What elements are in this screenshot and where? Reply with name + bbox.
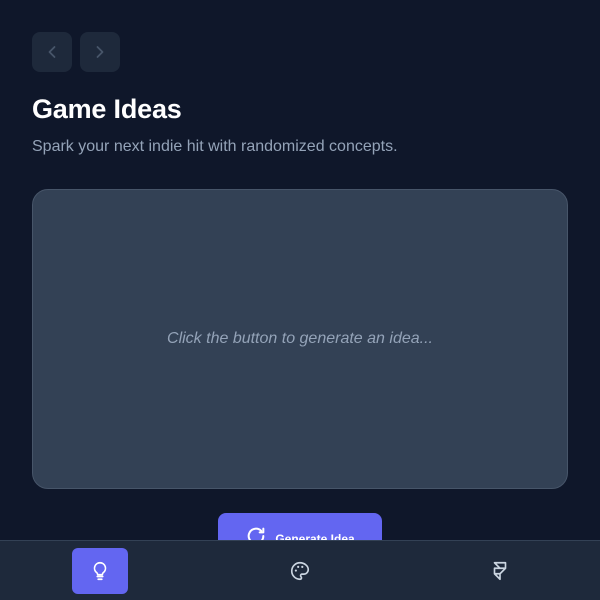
lightbulb-icon	[93, 561, 107, 581]
history-nav	[32, 32, 120, 72]
forward-button[interactable]	[80, 32, 120, 72]
page-title: Game Ideas	[32, 94, 182, 124]
palette-icon	[291, 561, 310, 581]
tab-framer[interactable]	[472, 548, 528, 594]
page-subtitle: Spark your next indie hit with randomize…	[32, 138, 398, 155]
chevron-left-icon	[48, 46, 56, 58]
idea-placeholder-text: Click the button to generate an idea...	[167, 330, 433, 347]
bottom-tab-bar	[0, 540, 600, 600]
tab-palette[interactable]	[272, 548, 328, 594]
idea-display-card: Click the button to generate an idea...	[32, 189, 568, 489]
tab-ideas[interactable]	[72, 548, 128, 594]
chevron-right-icon	[96, 46, 104, 58]
back-button[interactable]	[32, 32, 72, 72]
app-root: Game Ideas Spark your next indie hit wit…	[0, 0, 600, 600]
framer-icon	[493, 561, 507, 581]
